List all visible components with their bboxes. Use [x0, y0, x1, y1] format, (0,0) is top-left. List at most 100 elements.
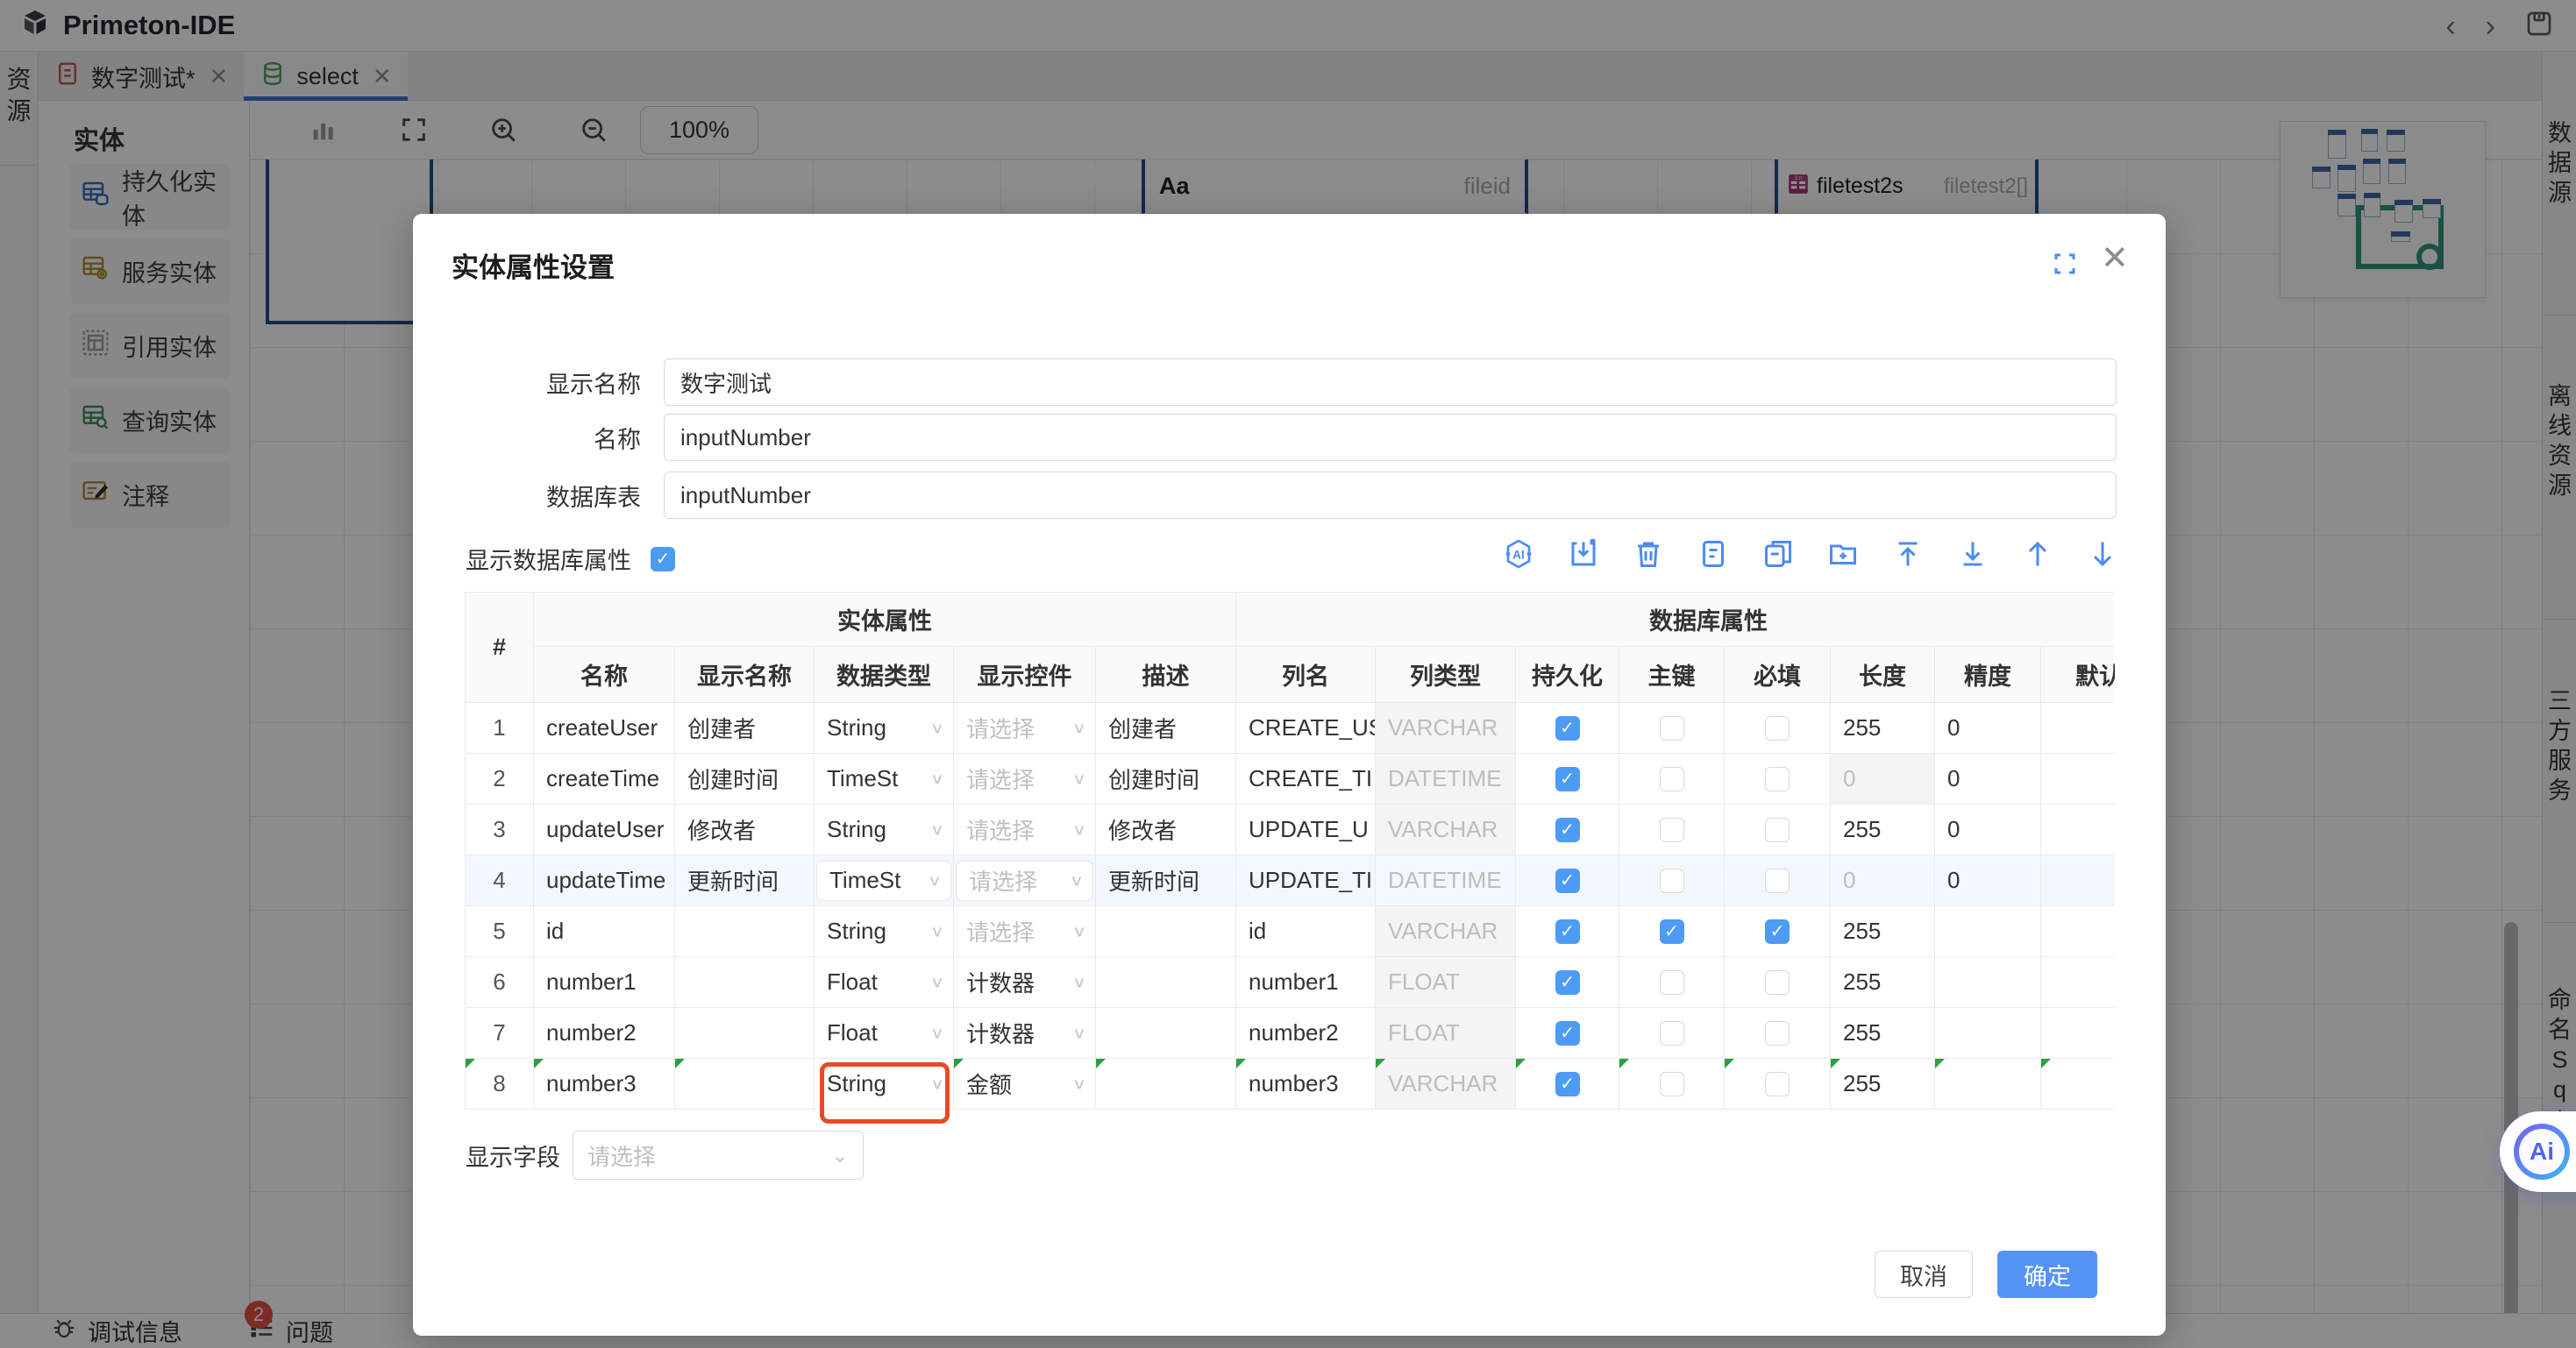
- cell-default[interactable]: [2041, 805, 2115, 855]
- checked-checkbox[interactable]: ✓: [1660, 919, 1684, 944]
- cell-persistent[interactable]: ✓: [1516, 805, 1619, 855]
- cell-column-name[interactable]: number2: [1236, 1008, 1376, 1059]
- cell-name[interactable]: id: [534, 906, 675, 957]
- cell-primary-key[interactable]: [1619, 754, 1725, 805]
- cell-display-name[interactable]: 创建时间: [675, 754, 815, 805]
- cell-data-type[interactable]: TimeSt∨: [815, 855, 954, 906]
- cell-description[interactable]: [1096, 906, 1236, 957]
- cell-display-control[interactable]: 请选择∨: [954, 855, 1096, 906]
- cell-required[interactable]: [1725, 855, 1831, 906]
- unchecked-checkbox[interactable]: [1765, 818, 1790, 842]
- cell-default[interactable]: [2041, 1008, 2115, 1059]
- cell-precision[interactable]: 0: [1935, 805, 2041, 855]
- cell-data-type[interactable]: String∨: [815, 703, 954, 754]
- delete-icon[interactable]: [1633, 538, 1664, 570]
- cell-persistent[interactable]: ✓: [1516, 957, 1619, 1008]
- fullscreen-icon[interactable]: [2052, 251, 2078, 281]
- ai-assistant-button[interactable]: Ai: [2500, 1111, 2576, 1192]
- cell-length[interactable]: 255: [1831, 1008, 1935, 1059]
- cell-name[interactable]: createTime: [534, 754, 675, 805]
- cell-length[interactable]: 255: [1831, 703, 1935, 754]
- move-top-icon[interactable]: [1892, 538, 1924, 570]
- cell-primary-key[interactable]: [1619, 957, 1725, 1008]
- cell-data-type[interactable]: String∨: [815, 906, 954, 957]
- checked-checkbox[interactable]: ✓: [1555, 919, 1580, 944]
- field-input-名称[interactable]: inputNumber: [664, 414, 2117, 461]
- cell-description[interactable]: [1096, 1059, 1236, 1110]
- cell-name[interactable]: number1: [534, 957, 675, 1008]
- cell-required[interactable]: [1725, 754, 1831, 805]
- cell-display-name[interactable]: [675, 906, 815, 957]
- close-icon[interactable]: ✕: [2101, 238, 2129, 278]
- cell-data-type[interactable]: Float∨: [815, 1008, 954, 1059]
- unchecked-checkbox[interactable]: [1765, 767, 1790, 791]
- move-down-icon[interactable]: [2087, 538, 2118, 570]
- unchecked-checkbox[interactable]: [1765, 970, 1790, 995]
- move-up-icon[interactable]: [2022, 538, 2053, 570]
- unchecked-checkbox[interactable]: [1660, 970, 1684, 995]
- cell-column-name[interactable]: number3: [1236, 1059, 1376, 1110]
- display-field-select[interactable]: 请选择 ⌄: [573, 1131, 864, 1180]
- import-icon[interactable]: [1568, 538, 1599, 570]
- show-db-attrs-checkbox[interactable]: ✓: [651, 547, 675, 571]
- cell-default[interactable]: [2041, 855, 2115, 906]
- unchecked-checkbox[interactable]: [1765, 1072, 1790, 1096]
- cell-column-name[interactable]: UPDATE_TI: [1236, 855, 1376, 906]
- cell-precision[interactable]: 0: [1935, 703, 2041, 754]
- cell-required[interactable]: [1725, 957, 1831, 1008]
- cell-default[interactable]: [2041, 906, 2115, 957]
- cell-display-control[interactable]: 请选择∨: [954, 703, 1096, 754]
- cell-persistent[interactable]: ✓: [1516, 1059, 1619, 1110]
- field-input-显示名称[interactable]: 数字测试: [664, 358, 2117, 406]
- cell-length[interactable]: 0: [1831, 754, 1935, 805]
- checked-checkbox[interactable]: ✓: [1555, 818, 1580, 842]
- cell-primary-key[interactable]: [1619, 703, 1725, 754]
- cell-default[interactable]: [2041, 703, 2115, 754]
- cell-display-name[interactable]: [675, 1059, 815, 1110]
- unchecked-checkbox[interactable]: [1660, 716, 1684, 741]
- cell-display-control[interactable]: 计数器∨: [954, 1008, 1096, 1059]
- cell-name[interactable]: number2: [534, 1008, 675, 1059]
- cell-persistent[interactable]: ✓: [1516, 754, 1619, 805]
- cell-length[interactable]: 0: [1831, 855, 1935, 906]
- cell-description[interactable]: 创建者: [1096, 703, 1236, 754]
- cell-column-name[interactable]: id: [1236, 906, 1376, 957]
- cell-data-type[interactable]: TimeSt∨: [815, 754, 954, 805]
- cell-primary-key[interactable]: ✓: [1619, 906, 1725, 957]
- cell-default[interactable]: [2041, 1059, 2115, 1110]
- checked-checkbox[interactable]: ✓: [1555, 869, 1580, 893]
- cell-required[interactable]: [1725, 1059, 1831, 1110]
- cell-precision[interactable]: 0: [1935, 754, 2041, 805]
- cell-precision[interactable]: 0: [1935, 855, 2041, 906]
- cell-display-control[interactable]: 请选择∨: [954, 906, 1096, 957]
- document-icon[interactable]: [1697, 538, 1729, 570]
- cell-name[interactable]: updateTime: [534, 855, 675, 906]
- unchecked-checkbox[interactable]: [1765, 716, 1790, 741]
- cell-name[interactable]: number3: [534, 1059, 675, 1110]
- checked-checkbox[interactable]: ✓: [1555, 1072, 1580, 1096]
- cell-persistent[interactable]: ✓: [1516, 906, 1619, 957]
- cell-column-name[interactable]: CREATE_US: [1236, 703, 1376, 754]
- unchecked-checkbox[interactable]: [1660, 818, 1684, 842]
- cell-display-name[interactable]: 更新时间: [675, 855, 815, 906]
- unchecked-checkbox[interactable]: [1765, 1021, 1790, 1046]
- cell-precision[interactable]: [1935, 957, 2041, 1008]
- cell-display-control[interactable]: 计数器∨: [954, 957, 1096, 1008]
- cell-column-name[interactable]: UPDATE_U: [1236, 805, 1376, 855]
- cell-required[interactable]: ✓: [1725, 906, 1831, 957]
- cell-column-name[interactable]: number1: [1236, 957, 1376, 1008]
- add-folder-icon[interactable]: [1827, 538, 1859, 570]
- cell-required[interactable]: [1725, 805, 1831, 855]
- cell-data-type[interactable]: Float∨: [815, 957, 954, 1008]
- cell-primary-key[interactable]: [1619, 1059, 1725, 1110]
- cell-primary-key[interactable]: [1619, 1008, 1725, 1059]
- checked-checkbox[interactable]: ✓: [1765, 919, 1790, 944]
- cell-length[interactable]: 255: [1831, 805, 1935, 855]
- ok-button[interactable]: 确定: [1997, 1251, 2097, 1298]
- cell-length[interactable]: 255: [1831, 906, 1935, 957]
- unchecked-checkbox[interactable]: [1660, 1072, 1684, 1096]
- cell-description[interactable]: 更新时间: [1096, 855, 1236, 906]
- unchecked-checkbox[interactable]: [1660, 767, 1684, 791]
- move-bottom-icon[interactable]: [1957, 538, 1989, 570]
- cell-default[interactable]: [2041, 957, 2115, 1008]
